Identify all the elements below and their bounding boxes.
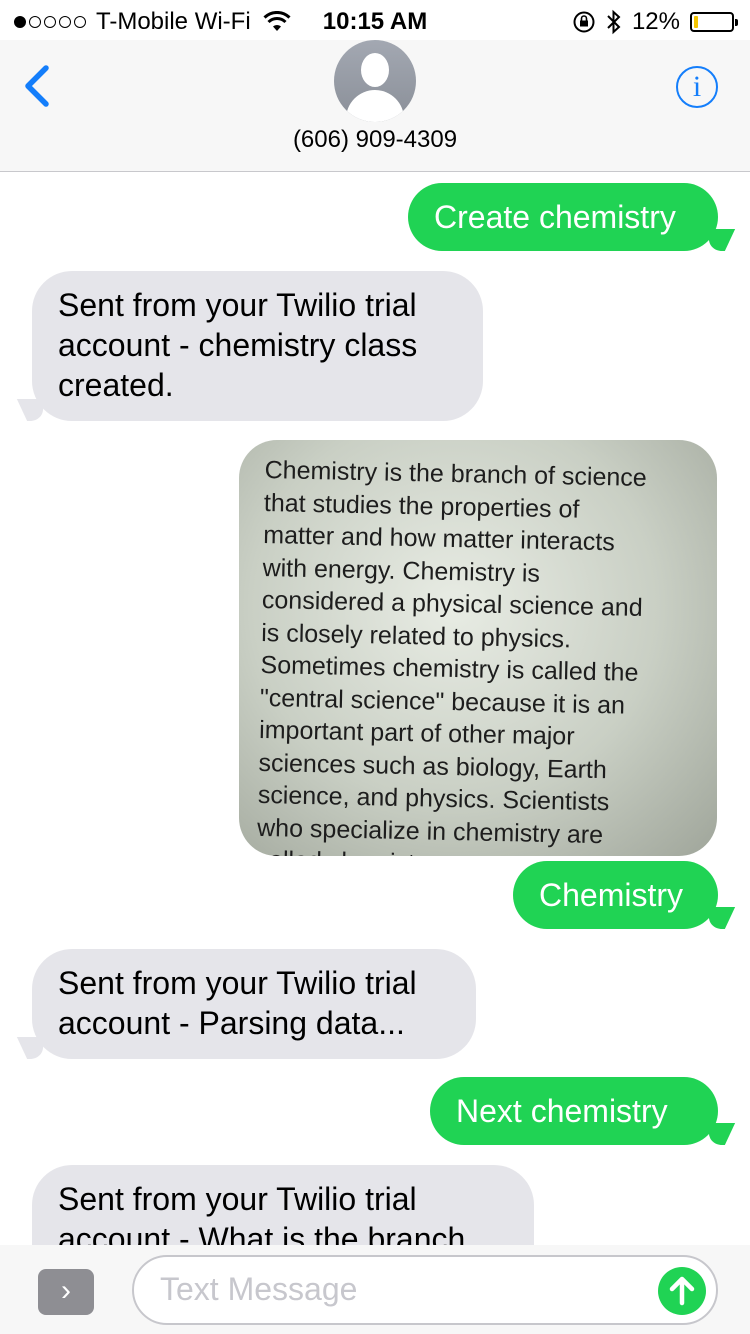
outgoing-message[interactable]: Create chemistry xyxy=(408,183,718,251)
battery-fill xyxy=(694,16,698,28)
message-input[interactable] xyxy=(160,1271,640,1308)
message-text: Chemistry xyxy=(539,877,684,913)
message-text: Create chemistry xyxy=(434,199,676,235)
outgoing-message[interactable]: Chemistry xyxy=(513,861,718,929)
incoming-message[interactable]: Sent from your Twilio trial account - ch… xyxy=(32,271,483,421)
chevron-left-icon xyxy=(25,65,49,107)
photo-message[interactable]: Chemistry is the branch of science that s… xyxy=(239,440,717,856)
chevron-right-icon: › xyxy=(61,1274,71,1307)
back-button[interactable] xyxy=(18,62,58,112)
message-text: Sent from your Twilio trial account - Pa… xyxy=(58,965,417,1041)
message-thread[interactable]: Create chemistry Sent from your Twilio t… xyxy=(0,173,750,1245)
outgoing-message[interactable]: Next chemistry xyxy=(430,1077,718,1145)
apps-expand-button[interactable]: › xyxy=(38,1269,94,1315)
status-bar: T-Mobile Wi-Fi 10:15 AM 12% xyxy=(0,0,750,40)
status-right: 12% xyxy=(572,8,738,36)
bluetooth-icon xyxy=(607,9,621,35)
person-silhouette-body xyxy=(346,90,404,122)
battery-percent: 12% xyxy=(631,8,680,35)
contact-name[interactable]: (606) 909-4309 xyxy=(0,126,750,154)
incoming-message[interactable]: Sent from your Twilio trial account - Pa… xyxy=(32,949,476,1059)
message-field[interactable] xyxy=(132,1255,718,1325)
incoming-message[interactable]: Sent from your Twilio trial account - Wh… xyxy=(32,1165,534,1245)
conversation-header: (606) 909-4309 i xyxy=(0,40,750,172)
contact-avatar[interactable] xyxy=(334,40,416,122)
send-button[interactable] xyxy=(658,1267,706,1315)
compose-bar: › xyxy=(0,1245,750,1334)
message-text: Sent from your Twilio trial account - Wh… xyxy=(58,1181,466,1245)
info-button[interactable]: i xyxy=(676,66,718,108)
photo-text: Chemistry is the branch of science that s… xyxy=(256,454,699,856)
person-silhouette-icon xyxy=(361,53,389,87)
arrow-up-icon xyxy=(669,1276,695,1306)
battery-icon xyxy=(690,12,738,32)
rotation-lock-icon xyxy=(573,11,595,33)
message-text: Next chemistry xyxy=(456,1093,668,1129)
message-text: Sent from your Twilio trial account - ch… xyxy=(58,287,418,403)
